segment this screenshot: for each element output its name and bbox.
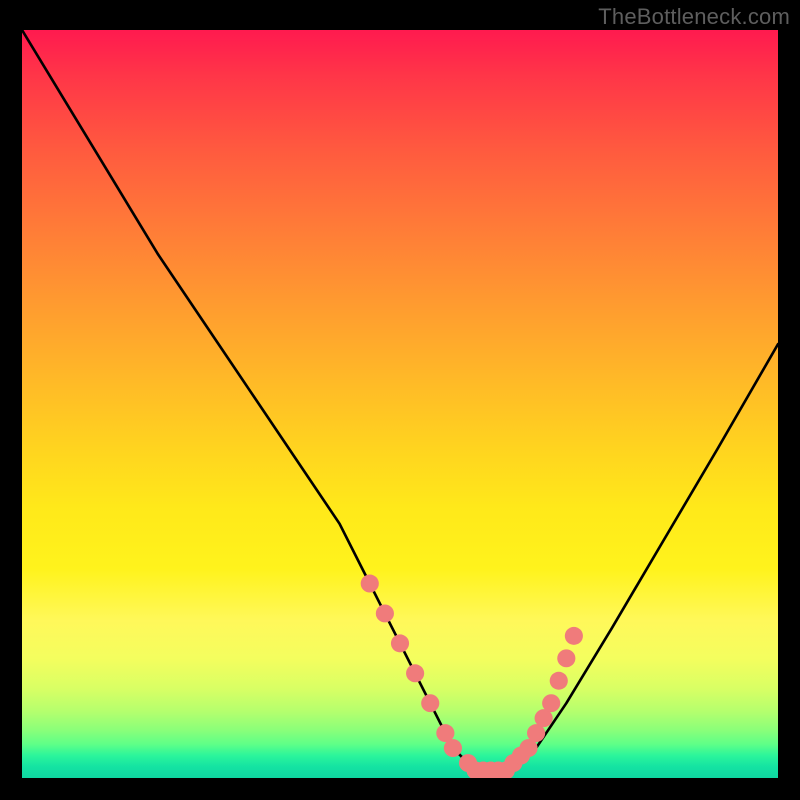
watermark-label: TheBottleneck.com (598, 4, 790, 30)
highlight-dots (361, 575, 583, 778)
highlight-dot (542, 694, 560, 712)
chart-stage: TheBottleneck.com (0, 0, 800, 800)
highlight-dot (550, 672, 568, 690)
highlight-dot (391, 634, 409, 652)
highlight-dot (444, 739, 462, 757)
highlight-dot (421, 694, 439, 712)
highlight-dot (565, 627, 583, 645)
highlight-dot (376, 604, 394, 622)
highlight-dot (557, 649, 575, 667)
bottleneck-curve (22, 30, 778, 771)
highlight-dot (406, 664, 424, 682)
highlight-dot (361, 575, 379, 593)
plot-area (22, 30, 778, 778)
curve-layer (22, 30, 778, 778)
